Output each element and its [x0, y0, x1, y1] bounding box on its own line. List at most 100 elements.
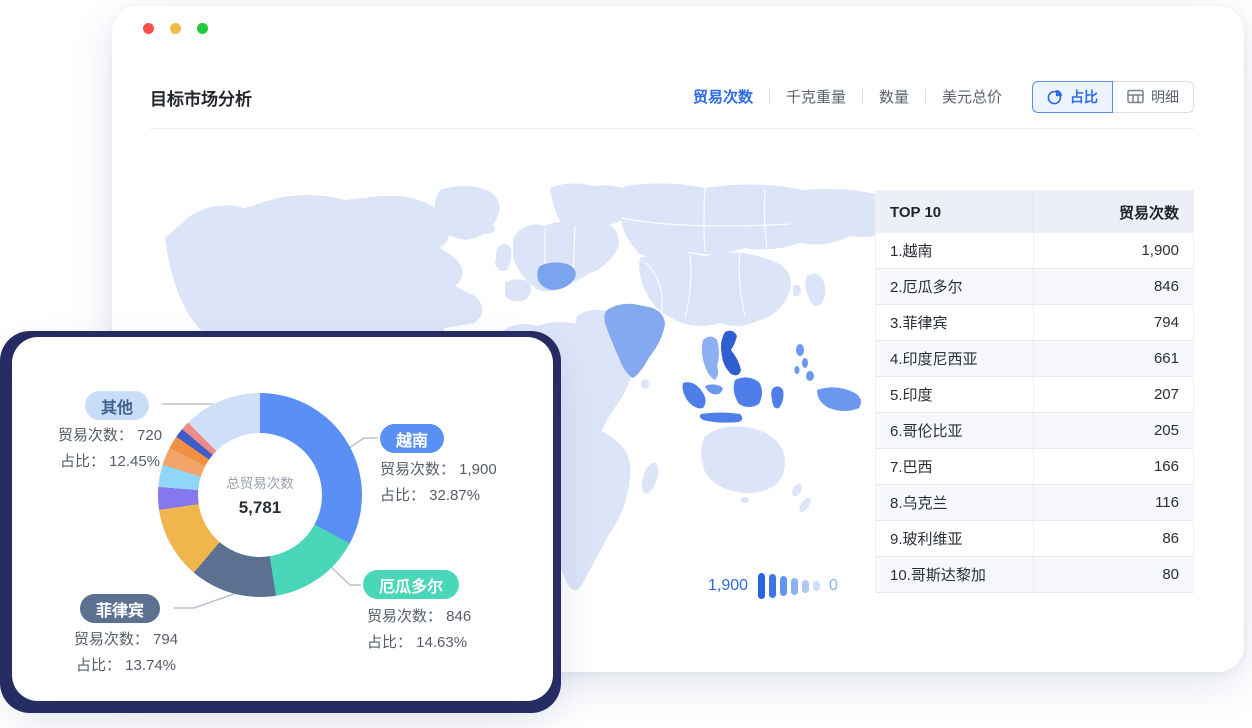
table-cell-value: 207	[1033, 377, 1193, 412]
table-row[interactable]: 1.越南1,900	[876, 233, 1193, 269]
table-row[interactable]: 10.哥斯达黎加80	[876, 557, 1193, 593]
header-controls: 贸易次数千克重量数量美元总价 占比 明细	[677, 80, 1194, 113]
table-cell-value: 846	[1033, 269, 1193, 304]
callout-pill-philippines[interactable]: 菲律宾	[80, 594, 160, 623]
header-divider	[150, 128, 1194, 129]
table-row[interactable]: 6.哥伦比亚205	[876, 413, 1193, 449]
table-row[interactable]: 3.菲律宾794	[876, 305, 1193, 341]
tab-metric-2[interactable]: 数量	[877, 80, 911, 113]
legend-bar	[791, 578, 798, 595]
table-cell-value: 166	[1033, 449, 1193, 484]
donut-center-value: 5,781	[239, 498, 282, 518]
map-continent-europe	[513, 222, 619, 292]
table-cell-value: 86	[1033, 521, 1193, 556]
detail-view-label: 明细	[1151, 87, 1179, 107]
map-region-madagascar	[638, 461, 661, 496]
callout-pill-vietnam[interactable]: 越南	[380, 424, 444, 453]
donut-center: 总贸易次数 5,781	[198, 433, 322, 557]
map-region-new-guinea-highlight	[817, 387, 861, 411]
callout-detail-ecuador: 贸易次数： 846 占比： 14.63%	[367, 604, 471, 656]
map-continent-australia	[701, 426, 785, 493]
legend-bars	[758, 573, 820, 599]
donut-chart-card: 总贸易次数 5,781 其他 贸易次数： 720 占比： 12.45% 越南 贸…	[12, 337, 553, 701]
map-country-thailand-highlight	[702, 337, 719, 381]
table-cell-value: 794	[1033, 305, 1193, 340]
table-cell-value: 116	[1033, 485, 1193, 520]
tab-metric-1[interactable]: 千克重量	[784, 80, 848, 113]
map-country-malaysia-highlight	[705, 384, 723, 394]
donut-center-label: 总贸易次数	[226, 472, 294, 492]
map-region-china	[639, 252, 791, 325]
close-window-icon[interactable]	[143, 23, 154, 34]
legend-bar	[813, 581, 820, 591]
callout-pill-ecuador[interactable]: 厄瓜多尔	[363, 570, 459, 599]
map-country-ukraine-highlight	[537, 262, 575, 290]
metric-tabs: 贸易次数千克重量数量美元总价	[677, 80, 1018, 113]
map-heat-legend: 1,900 0	[708, 566, 838, 606]
map-country-india-highlight	[604, 304, 665, 378]
map-region-korea	[793, 285, 801, 297]
table-row[interactable]: 2.厄瓜多尔846	[876, 269, 1193, 305]
map-region-japan	[805, 274, 825, 306]
table-cell-country: 10.哥斯达黎加	[876, 564, 1033, 585]
legend-bar	[780, 576, 787, 596]
map-region-sri-lanka	[641, 379, 649, 389]
map-region-scandinavia	[550, 183, 635, 229]
table-cell-country: 9.玻利维亚	[876, 528, 1033, 549]
table-cell-country: 2.厄瓜多尔	[876, 276, 1033, 297]
table-header-value: 贸易次数	[1033, 191, 1193, 233]
table-cell-country: 1.越南	[876, 240, 1033, 261]
callout-detail-other: 贸易次数： 720 占比： 12.45%	[30, 423, 190, 475]
page-title: 目标市场分析	[150, 85, 252, 110]
callout-detail-philippines: 贸易次数： 794 占比： 13.74%	[46, 627, 206, 679]
table-cell-country: 6.哥伦比亚	[876, 420, 1033, 441]
table-row[interactable]: 7.巴西166	[876, 449, 1193, 485]
table-cell-country: 8.乌克兰	[876, 492, 1033, 513]
tab-metric-3[interactable]: 美元总价	[940, 80, 1004, 113]
table-cell-country: 7.巴西	[876, 456, 1033, 477]
view-switch: 占比 明细	[1032, 81, 1194, 113]
proportion-view-label: 占比	[1070, 87, 1098, 107]
table-cell-value: 661	[1033, 341, 1193, 376]
map-region-tasmania	[741, 497, 749, 503]
map-region-arabia	[574, 310, 617, 361]
table-cell-value: 1,900	[1033, 233, 1193, 268]
legend-bar	[769, 574, 776, 598]
legend-bar	[802, 580, 809, 593]
table-row[interactable]: 5.印度207	[876, 377, 1193, 413]
minimize-window-icon[interactable]	[170, 23, 181, 34]
map-region-greenland	[435, 186, 500, 240]
window-controls	[143, 23, 208, 34]
map-region-uk	[495, 244, 512, 271]
maximize-window-icon[interactable]	[197, 23, 208, 34]
callout-detail-vietnam: 贸易次数： 1,900 占比： 32.87%	[380, 457, 497, 509]
tab-separator	[925, 89, 926, 104]
map-region-new-zealand-north	[790, 482, 804, 498]
legend-min-label: 0	[829, 577, 838, 595]
table-row[interactable]: 4.印度尼西亚661	[876, 341, 1193, 377]
tab-metric-0[interactable]: 贸易次数	[691, 80, 755, 113]
map-region-iberia	[505, 279, 531, 301]
top10-table: TOP 10 贸易次数 1.越南1,9002.厄瓜多尔8463.菲律宾7944.…	[875, 190, 1194, 593]
table-row[interactable]: 8.乌克兰116	[876, 485, 1193, 521]
map-region-iceland	[477, 224, 495, 234]
legend-max-label: 1,900	[708, 577, 748, 595]
table-cell-country: 4.印度尼西亚	[876, 348, 1033, 369]
pie-icon	[1047, 89, 1063, 105]
table-cell-value: 205	[1033, 413, 1193, 448]
page: 目标市场分析 贸易次数千克重量数量美元总价 占比	[0, 0, 1252, 728]
table-cell-country: 5.印度	[876, 384, 1033, 405]
callout-pill-other[interactable]: 其他	[85, 391, 149, 420]
table-header-row: TOP 10 贸易次数	[876, 191, 1193, 233]
table-icon	[1127, 89, 1144, 104]
map-country-vietnam-highlight	[721, 331, 741, 376]
proportion-view-button[interactable]: 占比	[1032, 81, 1113, 113]
table-row[interactable]: 9.玻利维亚86	[876, 521, 1193, 557]
table-cell-country: 3.菲律宾	[876, 312, 1033, 333]
detail-view-button[interactable]: 明细	[1113, 81, 1194, 113]
map-country-philippines-highlight	[795, 344, 815, 381]
map-continent-asia	[621, 183, 902, 258]
legend-bar	[758, 573, 765, 599]
map-region-new-zealand-south	[797, 496, 813, 514]
table-body: 1.越南1,9002.厄瓜多尔8463.菲律宾7944.印度尼西亚6615.印度…	[876, 233, 1193, 593]
